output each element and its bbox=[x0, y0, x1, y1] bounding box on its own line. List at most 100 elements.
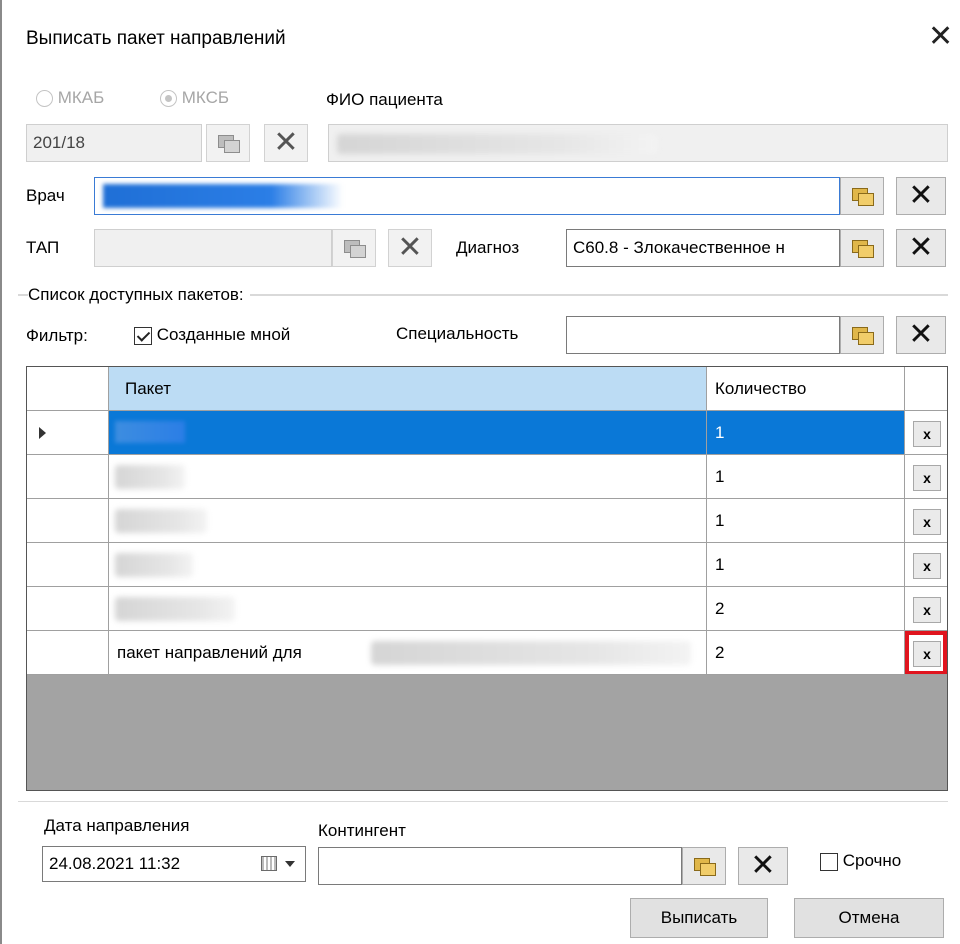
clear-icon: ✕ bbox=[750, 849, 776, 882]
folder-icon bbox=[694, 858, 716, 876]
row-selector[interactable] bbox=[27, 587, 109, 631]
quantity-cell[interactable]: 1 bbox=[707, 543, 905, 587]
clear-icon: ✕ bbox=[397, 231, 423, 264]
patient-name-label: ФИО пациента bbox=[326, 90, 443, 109]
row-selector[interactable] bbox=[27, 631, 109, 675]
checkbox-box bbox=[820, 852, 838, 871]
urgent-checkbox[interactable]: Срочно bbox=[820, 851, 901, 871]
delete-row-button[interactable]: x bbox=[913, 597, 941, 623]
card-select-button[interactable] bbox=[206, 124, 250, 162]
radio-mkab[interactable]: МКАБ bbox=[36, 88, 104, 108]
radio-circle bbox=[36, 90, 53, 108]
delete-cell: x bbox=[905, 587, 947, 631]
package-name-cell[interactable] bbox=[109, 455, 707, 499]
card-number-field[interactable]: 201/18 bbox=[26, 124, 202, 162]
table-row[interactable]: 1 x bbox=[27, 411, 947, 455]
redacted-package-name bbox=[115, 597, 235, 621]
contingent-field[interactable] bbox=[318, 847, 682, 885]
tap-select-button[interactable] bbox=[332, 229, 376, 267]
diagnosis-value: C60.8 - Злокачественное н bbox=[573, 238, 785, 257]
card-clear-button[interactable]: ✕ bbox=[264, 124, 308, 162]
table-row[interactable]: пакет направлений для 2 x bbox=[27, 631, 947, 675]
diagnosis-select-button[interactable] bbox=[840, 229, 884, 267]
column-header-package[interactable]: Пакет bbox=[109, 367, 707, 411]
quantity-cell[interactable]: 1 bbox=[707, 499, 905, 543]
table-header: Пакет Количество bbox=[27, 367, 947, 411]
current-row-arrow-icon bbox=[39, 427, 46, 439]
radio-circle-selected bbox=[160, 90, 177, 108]
card-number-value: 201/18 bbox=[33, 133, 85, 152]
redacted-doctor-name bbox=[103, 184, 343, 208]
quantity-cell[interactable]: 2 bbox=[707, 631, 905, 675]
close-icon[interactable]: ✕ bbox=[928, 22, 953, 52]
folder-icon bbox=[218, 135, 240, 153]
row-selector[interactable] bbox=[27, 543, 109, 587]
cancel-button[interactable]: Отмена bbox=[794, 898, 944, 938]
folder-icon bbox=[344, 240, 366, 258]
clear-icon: ✕ bbox=[908, 179, 934, 212]
specialty-select-button[interactable] bbox=[840, 316, 884, 354]
calendar-icon[interactable] bbox=[261, 856, 277, 871]
checkbox-box bbox=[134, 326, 152, 345]
contingent-select-button[interactable] bbox=[682, 847, 726, 885]
specialty-clear-button[interactable]: ✕ bbox=[896, 316, 946, 354]
dialog-title: Выписать пакет направлений bbox=[26, 28, 286, 49]
row-header-corner bbox=[27, 367, 109, 411]
urgent-label: Срочно bbox=[842, 851, 902, 870]
package-name-text: пакет направлений для bbox=[117, 643, 302, 662]
clear-icon: ✕ bbox=[908, 231, 934, 264]
radio-mkab-label: МКАБ bbox=[57, 88, 105, 107]
table-row[interactable]: 2 x bbox=[27, 587, 947, 631]
quantity-cell[interactable]: 1 bbox=[707, 455, 905, 499]
filter-label: Фильтр: bbox=[26, 326, 88, 345]
tap-clear-button[interactable]: ✕ bbox=[388, 229, 432, 267]
contingent-clear-button[interactable]: ✕ bbox=[738, 847, 788, 885]
diagnosis-label: Диагноз bbox=[456, 238, 520, 257]
row-selector[interactable] bbox=[27, 455, 109, 499]
delete-row-button[interactable]: x bbox=[913, 641, 941, 667]
delete-cell: x bbox=[905, 631, 947, 675]
delete-cell: x bbox=[905, 543, 947, 587]
delete-row-button[interactable]: x bbox=[913, 421, 941, 447]
radio-mksb-label: МКСБ bbox=[181, 88, 230, 107]
diagnosis-clear-button[interactable]: ✕ bbox=[896, 229, 946, 267]
redacted-package-name bbox=[115, 553, 193, 577]
clear-icon: ✕ bbox=[273, 126, 299, 159]
doctor-clear-button[interactable]: ✕ bbox=[896, 177, 946, 215]
folder-icon bbox=[852, 327, 874, 345]
package-name-cell[interactable] bbox=[109, 411, 707, 455]
doctor-select-button[interactable] bbox=[840, 177, 884, 215]
delete-row-button[interactable]: x bbox=[913, 465, 941, 491]
radio-mksb[interactable]: МКСБ bbox=[160, 88, 229, 108]
delete-row-button[interactable]: x bbox=[913, 553, 941, 579]
delete-row-button[interactable]: x bbox=[913, 509, 941, 535]
contingent-label: Контингент bbox=[318, 821, 406, 840]
diagnosis-field[interactable]: C60.8 - Злокачественное н bbox=[566, 229, 840, 267]
package-name-cell[interactable]: пакет направлений для bbox=[109, 631, 707, 675]
table-row[interactable]: 1 x bbox=[27, 499, 947, 543]
package-name-cell[interactable] bbox=[109, 587, 707, 631]
row-selector[interactable] bbox=[27, 411, 109, 455]
package-name-cell[interactable] bbox=[109, 499, 707, 543]
footer-divider bbox=[18, 801, 948, 802]
created-by-me-checkbox[interactable]: Созданные мной bbox=[134, 325, 290, 345]
referral-date-picker[interactable]: 24.08.2021 11:32 bbox=[42, 846, 306, 882]
row-selector[interactable] bbox=[27, 499, 109, 543]
column-header-quantity[interactable]: Количество bbox=[707, 367, 905, 411]
doctor-field[interactable] bbox=[94, 177, 840, 215]
submit-button[interactable]: Выписать bbox=[630, 898, 768, 938]
folder-icon bbox=[852, 240, 874, 258]
created-by-me-label: Созданные мной bbox=[156, 325, 291, 344]
clear-icon: ✕ bbox=[908, 318, 934, 351]
quantity-cell[interactable]: 2 bbox=[707, 587, 905, 631]
table-row[interactable]: 1 x bbox=[27, 543, 947, 587]
table-row[interactable]: 1 x bbox=[27, 455, 947, 499]
doctor-label: Врач bbox=[26, 186, 65, 205]
tap-label: ТАП bbox=[26, 238, 60, 257]
chevron-down-icon[interactable] bbox=[285, 861, 295, 867]
referral-date-label: Дата направления bbox=[44, 816, 190, 835]
quantity-cell[interactable]: 1 bbox=[707, 411, 905, 455]
package-name-cell[interactable] bbox=[109, 543, 707, 587]
specialty-field[interactable] bbox=[566, 316, 840, 354]
delete-cell: x bbox=[905, 455, 947, 499]
